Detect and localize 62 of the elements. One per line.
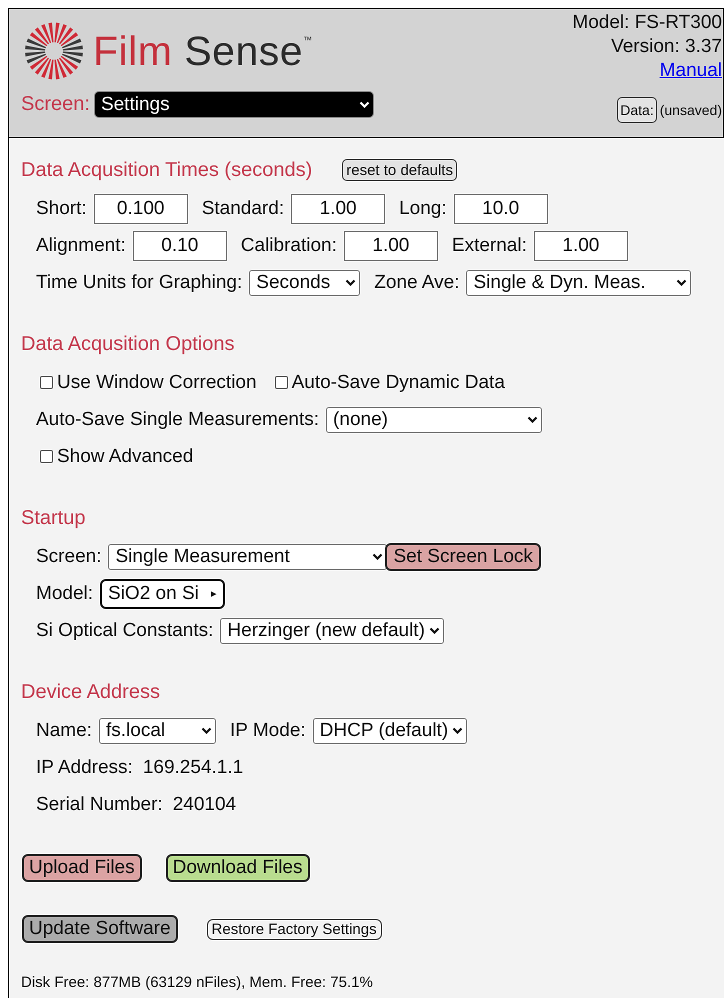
text-field[interactable]: 10.0 bbox=[454, 194, 548, 224]
chevron-down-icon bbox=[452, 727, 464, 734]
data-button[interactable]: Data: bbox=[617, 97, 657, 123]
text-field[interactable]: 0.100 bbox=[94, 194, 188, 224]
field-label: Alignment: bbox=[36, 234, 126, 256]
field-label: IP Address: bbox=[36, 756, 133, 778]
update-button[interactable]: Update Software bbox=[22, 915, 178, 943]
text-field[interactable]: 1.00 bbox=[291, 194, 386, 224]
field-label: Screen: bbox=[36, 546, 102, 568]
section-heading: Data Acqusition Options bbox=[21, 332, 234, 356]
dropdown[interactable]: Seconds bbox=[249, 270, 360, 296]
dropdown[interactable]: fs.local bbox=[98, 718, 216, 744]
dropdown[interactable]: (none) bbox=[326, 406, 542, 432]
field-label: Auto-Save Single Measurements: bbox=[36, 408, 320, 430]
field-label: Zone Ave: bbox=[374, 272, 460, 294]
field-label: Long: bbox=[399, 198, 447, 220]
checkbox[interactable]: Show Advanced bbox=[40, 446, 194, 468]
chevron-down-icon bbox=[372, 553, 384, 560]
screen-dropdown[interactable]: Settings bbox=[94, 91, 374, 118]
checkbox[interactable]: Auto-Save Dynamic Data bbox=[274, 372, 505, 394]
field-value: 169.254.1.1 bbox=[142, 756, 244, 778]
text-field[interactable]: 1.00 bbox=[534, 230, 628, 260]
status-text: Disk Free: 877MB (63129 nFiles), Mem. Free: 75.1% bbox=[21, 974, 373, 991]
field-label: Name: bbox=[36, 720, 92, 742]
text-field[interactable]: 0.10 bbox=[132, 230, 227, 260]
dropdown[interactable]: DHCP (default) bbox=[312, 718, 468, 744]
field-label: Calibration: bbox=[240, 234, 337, 256]
logo-text: Film Sense$^{™}$ bbox=[93, 28, 313, 74]
checkbox[interactable]: Use Window Correction bbox=[40, 372, 257, 394]
reset-button[interactable]: reset to defaults bbox=[342, 159, 457, 181]
section-heading: Startup bbox=[21, 506, 86, 530]
chevron-down-icon bbox=[527, 416, 538, 423]
chevron-down-icon bbox=[676, 279, 688, 286]
dropdown[interactable]: Single & Dyn. Meas. bbox=[466, 270, 692, 296]
section-heading: Data Acqusition Times (seconds) bbox=[21, 158, 312, 182]
data-status: (unsaved) bbox=[660, 101, 722, 120]
text-field[interactable]: 1.00 bbox=[344, 230, 438, 260]
chevron-down-icon bbox=[200, 727, 212, 734]
field-label: IP Mode: bbox=[230, 720, 306, 742]
field-label: Short: bbox=[36, 198, 87, 220]
section-heading: Device Address bbox=[21, 680, 160, 704]
field-label: External: bbox=[452, 234, 527, 256]
field-label: Standard: bbox=[202, 198, 284, 220]
chevron-down-icon bbox=[345, 279, 356, 286]
download-button[interactable]: Download Files bbox=[166, 854, 310, 882]
model-text: Model: FS-RT300 bbox=[572, 11, 722, 35]
screen-label: Screen: bbox=[21, 93, 90, 116]
field-value: 240104 bbox=[172, 794, 236, 816]
chevron-down-icon bbox=[358, 101, 370, 108]
screen-lock-button[interactable]: Set Screen Lock bbox=[385, 542, 541, 570]
field-label: Si Optical Constants: bbox=[36, 620, 214, 642]
version-text: Version: 3.37 bbox=[611, 35, 722, 59]
manual-link[interactable]: Manual bbox=[660, 59, 722, 83]
dropdown[interactable]: Single Measurement bbox=[108, 544, 388, 570]
chevron-down-icon bbox=[428, 627, 440, 634]
field-label: Model: bbox=[36, 582, 94, 604]
restore-button[interactable]: Restore Factory Settings bbox=[206, 918, 382, 940]
model-button[interactable]: SiO2 on Si ▸ bbox=[100, 578, 225, 608]
field-label: Time Units for Graphing: bbox=[36, 272, 242, 294]
field-label: Serial Number: bbox=[36, 794, 163, 816]
upload-button[interactable]: Upload Files bbox=[22, 854, 142, 882]
dropdown[interactable]: Herzinger (new default) bbox=[220, 618, 444, 644]
